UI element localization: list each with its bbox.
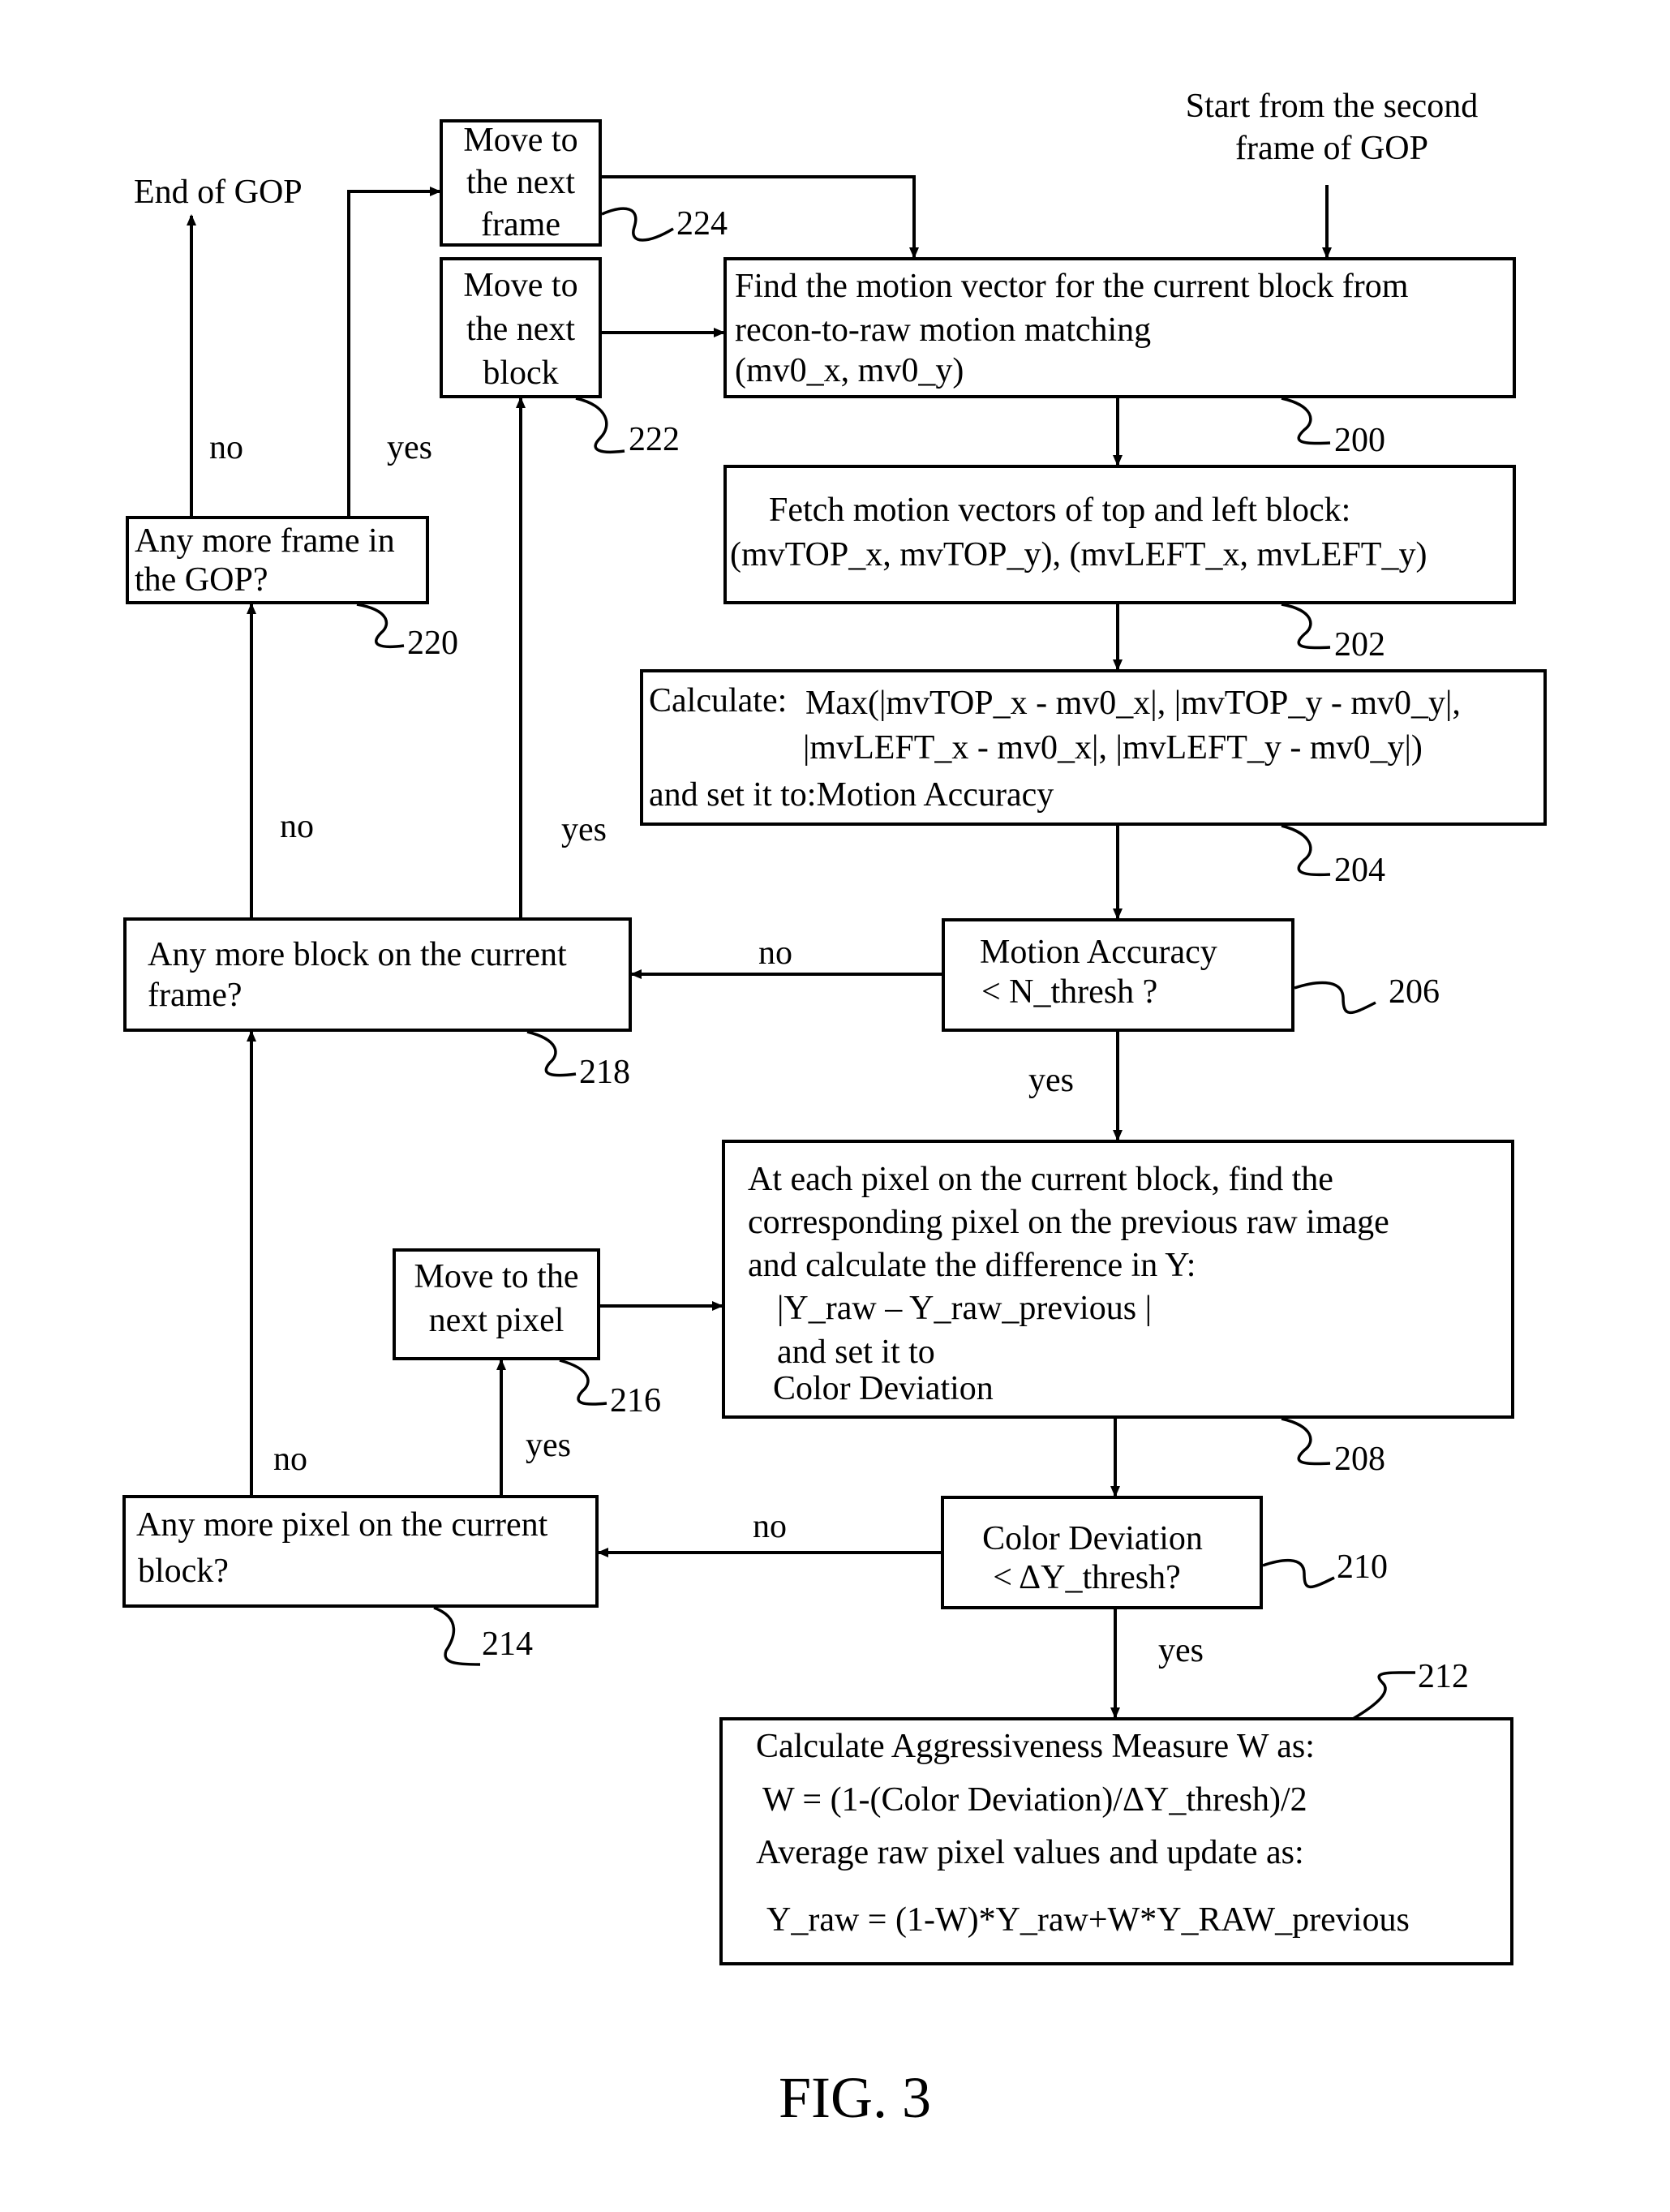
edge-label-214-yes: yes <box>526 1427 571 1464</box>
ref-leader-220 <box>356 603 405 649</box>
edge-label-206-yes: yes <box>1028 1062 1074 1099</box>
node-202-fetch-motion-vectors: Fetch motion vectors of top and left blo… <box>723 465 1516 604</box>
node-202-line-1: Fetch motion vectors of top and left blo… <box>769 492 1350 529</box>
ref-leader-218 <box>526 1030 577 1077</box>
ref-208: 208 <box>1334 1441 1385 1478</box>
node-214-line-2: block? <box>138 1553 229 1590</box>
node-200-line-1: Find the motion vector for the current b… <box>735 268 1409 305</box>
ref-202: 202 <box>1334 626 1385 664</box>
figure-label: FIG. 3 <box>779 2065 931 2130</box>
node-208-line-4: |Y_raw – Y_raw_previous | <box>777 1290 1152 1327</box>
ref-leader-206 <box>1294 981 1376 1015</box>
arrow-224-to-200 <box>600 175 919 259</box>
edge-label-218-yes: yes <box>561 811 607 848</box>
node-214-more-pixels-decision: Any more pixel on the current block? <box>122 1495 599 1608</box>
ref-leader-224 <box>601 207 674 242</box>
node-204-line-2: |mvLEFT_x - mv0_x|, |mvLEFT_y - mv0_y|) <box>803 729 1423 767</box>
ref-leader-204 <box>1281 824 1331 877</box>
node-204-line-1b: Max(|mvTOP_x - mv0_x|, |mvTOP_y - mv0_y|… <box>805 685 1461 722</box>
ref-214: 214 <box>482 1626 533 1663</box>
ref-leader-216 <box>559 1359 607 1406</box>
ref-leader-210 <box>1262 1558 1335 1589</box>
node-200-line-2: recon-to-raw motion matching <box>735 311 1151 349</box>
ref-210: 210 <box>1337 1548 1388 1586</box>
node-218-more-blocks-decision: Any more block on the current frame? <box>123 917 632 1032</box>
node-210-line-2: < ΔY_thresh? <box>993 1559 1181 1596</box>
start-label-line-2: frame of GOP <box>1235 130 1428 167</box>
node-204-line-1a: Calculate: <box>649 682 787 719</box>
edge-label-206-no: no <box>758 934 792 972</box>
ref-218: 218 <box>579 1054 630 1091</box>
node-202-line-2: (mvTOP_x, mvTOP_y), (mvLEFT_x, mvLEFT_y) <box>730 536 1427 573</box>
node-218-line-2: frame? <box>148 977 243 1014</box>
node-216-line-1: Move to the <box>414 1258 579 1295</box>
edge-label-218-no: no <box>280 808 314 845</box>
edge-label-210-yes: yes <box>1158 1632 1204 1669</box>
node-208-line-5: and set it to <box>777 1334 935 1371</box>
edge-label-210-no: no <box>753 1508 787 1545</box>
edge-label-220-no: no <box>209 429 243 466</box>
node-222-line-2: the next <box>466 311 575 348</box>
ref-212: 212 <box>1418 1658 1469 1695</box>
node-206-line-2: < N_thresh ? <box>981 973 1157 1011</box>
node-208-line-2: corresponding pixel on the previous raw … <box>748 1204 1389 1241</box>
node-224-line-2: the next <box>466 164 575 201</box>
node-208-color-deviation-calc: At each pixel on the current block, find… <box>722 1140 1514 1419</box>
node-224-line-3: frame <box>481 206 560 243</box>
node-210-color-deviation-decision: Color Deviation < ΔY_thresh? <box>941 1496 1263 1609</box>
arrow-220-yes-to-224 <box>347 187 441 518</box>
node-202-box <box>723 465 1516 604</box>
node-214-line-1: Any more pixel on the current <box>136 1506 548 1544</box>
start-label: Start from the second frame of GOP <box>1186 88 1478 167</box>
node-208-line-6: Color Deviation <box>773 1370 994 1407</box>
node-212-line-2: W = (1-(Color Deviation)/ΔY_thresh)/2 <box>762 1781 1307 1819</box>
node-206-motion-accuracy-decision: Motion Accuracy < N_thresh ? <box>942 918 1294 1032</box>
ref-leader-214 <box>433 1606 481 1666</box>
edge-label-220-yes: yes <box>387 429 432 466</box>
node-210-line-1: Color Deviation <box>982 1520 1203 1557</box>
node-208-line-3: and calculate the difference in Y: <box>748 1247 1196 1284</box>
flowchart-canvas: Start from the second frame of GOP End o… <box>122 88 1547 2130</box>
node-212-line-1: Calculate Aggressiveness Measure W as: <box>756 1728 1315 1765</box>
node-200-find-motion-vector: Find the motion vector for the current b… <box>723 257 1516 398</box>
start-label-line-1: Start from the second <box>1186 88 1478 125</box>
node-216-line-2: next pixel <box>429 1302 565 1339</box>
ref-224: 224 <box>676 205 728 243</box>
ref-220: 220 <box>407 625 458 662</box>
ref-222: 222 <box>629 421 680 458</box>
ref-leader-212 <box>1352 1671 1415 1720</box>
node-206-line-1: Motion Accuracy <box>980 934 1217 971</box>
ref-204: 204 <box>1334 852 1385 889</box>
ref-leader-200 <box>1281 397 1331 445</box>
edge-label-214-no: no <box>273 1441 307 1478</box>
node-200-line-3: (mv0_x, mv0_y) <box>735 352 964 389</box>
node-220-line-2: the GOP? <box>135 561 268 599</box>
end-label: End of GOP <box>134 174 303 211</box>
node-208-line-1: At each pixel on the current block, find… <box>748 1161 1333 1198</box>
ref-leader-222 <box>575 397 625 454</box>
node-220-line-1: Any more frame in <box>135 522 395 560</box>
node-212-line-3: Average raw pixel values and update as: <box>756 1834 1304 1871</box>
node-220-more-frames-decision: Any more frame in the GOP? <box>126 516 429 604</box>
node-204-line-3: and set it to:Motion Accuracy <box>649 776 1054 814</box>
node-224-line-1: Move to <box>463 122 577 159</box>
ref-206: 206 <box>1389 973 1440 1011</box>
ref-200: 200 <box>1334 422 1385 459</box>
ref-216: 216 <box>610 1382 661 1420</box>
node-212-line-4: Y_raw = (1-W)*Y_raw+W*Y_RAW_previous <box>766 1901 1410 1939</box>
ref-leader-208 <box>1281 1417 1331 1466</box>
ref-leader-202 <box>1281 603 1331 650</box>
node-222-line-3: block <box>483 354 558 392</box>
node-218-line-1: Any more block on the current <box>148 936 567 973</box>
node-224-move-next-frame: Move to the next frame <box>440 119 602 247</box>
node-222-move-next-block: Move to the next block <box>440 257 602 398</box>
node-204-calculate-motion-accuracy: Calculate: Max(|mvTOP_x - mv0_x|, |mvTOP… <box>640 669 1547 826</box>
node-216-move-next-pixel: Move to the next pixel <box>393 1248 600 1360</box>
node-212-aggressiveness-update: Calculate Aggressiveness Measure W as: W… <box>719 1717 1513 1965</box>
node-222-line-1: Move to <box>463 267 577 304</box>
